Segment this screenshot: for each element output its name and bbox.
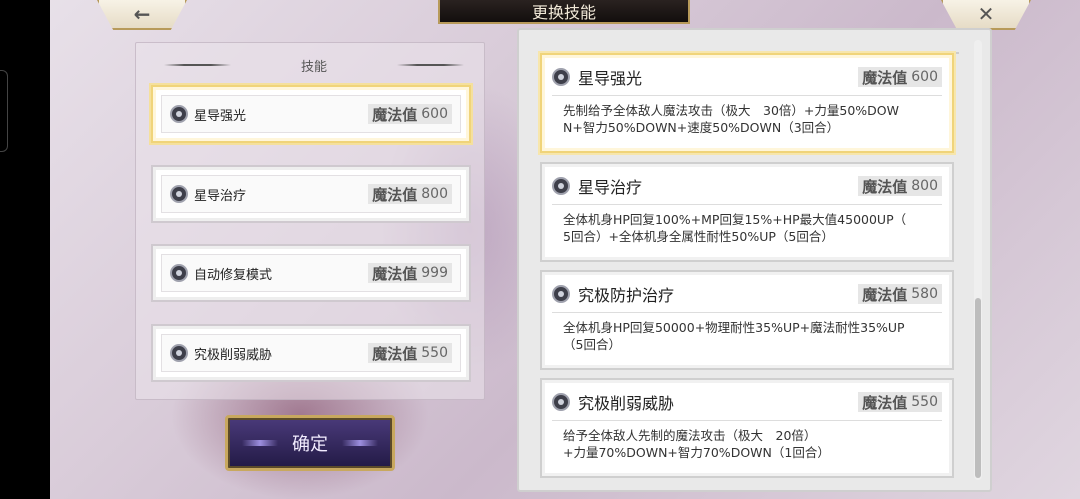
mp-label: 魔法值 — [372, 185, 418, 204]
button-ornament-right — [342, 440, 378, 446]
skill-slot-name: 星导治疗 — [194, 188, 247, 204]
page-title: 更换技能 — [438, 0, 690, 24]
mp-value: 600 — [421, 106, 448, 122]
mp-value: 580 — [911, 286, 938, 302]
skill-slot-3[interactable]: 自动修复模式 魔法值 999 — [151, 244, 471, 302]
mp-value: 600 — [911, 69, 938, 85]
edge-handle — [0, 70, 8, 152]
skill-gear-icon — [552, 393, 570, 411]
mp-label: 魔法值 — [862, 177, 908, 196]
skill-gear-icon — [170, 185, 188, 203]
skill-gear-icon — [552, 68, 570, 86]
mp-value: 800 — [421, 186, 448, 202]
mp-value: 550 — [911, 394, 938, 410]
skill-description: 给予全体敌人先制的魔法攻击（极大 20倍） +力量70%DOWN+智力70%DO… — [563, 428, 830, 460]
mp-label: 魔法值 — [372, 105, 418, 124]
mp-cost-tag: 魔法值 550 — [858, 392, 942, 412]
section-header: 技能 — [164, 55, 465, 75]
skill-gear-icon — [170, 105, 188, 123]
skill-gear-icon — [552, 177, 570, 195]
skill-slot-2[interactable]: 星导治疗 魔法值 800 — [151, 165, 471, 223]
mp-label: 魔法值 — [862, 285, 908, 304]
mp-label: 魔法值 — [372, 264, 418, 283]
mp-cost-tag: 魔法值 580 — [858, 284, 942, 304]
skill-slot-name: 星导强光 — [194, 108, 247, 124]
mp-label: 魔法值 — [372, 344, 418, 363]
skill-card-name: 究极削弱威胁 — [578, 394, 675, 413]
back-arrow-icon: ← — [133, 2, 151, 26]
skill-gear-icon — [170, 264, 188, 282]
mp-label: 魔法值 — [862, 68, 908, 87]
skill-slot-name: 自动修复模式 — [194, 267, 273, 283]
skill-description: 全体机身HP回复100%+MP回复15%+HP最大值45000UP（ 5回合）+… — [563, 212, 907, 244]
skill-card-name: 究极防护治疗 — [578, 286, 675, 305]
skill-card-name: 星导强光 — [578, 69, 643, 88]
divider-ornament-right — [397, 64, 465, 66]
equipped-skills-panel: 技能 星导强光 魔法值 600 星导治疗 魔法值 800 自动修复模式 魔法值 … — [135, 42, 485, 400]
skill-gear-icon — [170, 344, 188, 362]
divider-ornament-left — [164, 64, 231, 66]
skill-description: 全体机身HP回复50000+物理耐性35%UP+魔法耐性35%UP （5回合） — [563, 320, 905, 352]
scrollbar-thumb[interactable] — [975, 298, 981, 478]
skill-slot-4[interactable]: 究极削弱威胁 魔法值 550 — [151, 324, 471, 382]
close-icon: ✕ — [977, 2, 995, 26]
mp-cost-tag: 魔法值 600 — [858, 67, 942, 87]
mp-cost-tag: 魔法值 999 — [368, 263, 452, 283]
mp-label: 魔法值 — [862, 393, 908, 412]
skill-slot-1[interactable]: 星导强光 魔法值 600 — [151, 85, 471, 143]
section-label: 技能 — [301, 59, 328, 75]
skill-card-3[interactable]: 究极防护治疗 魔法值 580 全体机身HP回复50000+物理耐性35%UP+魔… — [540, 270, 954, 370]
mp-cost-tag: 魔法值 550 — [368, 343, 452, 363]
mp-value: 999 — [421, 265, 448, 281]
button-ornament-left — [242, 440, 278, 446]
skill-slot-name: 究极削弱威胁 — [194, 347, 273, 363]
skill-gear-icon — [552, 285, 570, 303]
mp-cost-tag: 魔法值 600 — [368, 104, 452, 124]
mp-value: 800 — [911, 178, 938, 194]
mp-cost-tag: 魔法值 800 — [858, 176, 942, 196]
confirm-label: 确定 — [292, 434, 328, 455]
mp-value: 550 — [421, 345, 448, 361]
skill-card-1[interactable]: 星导强光 魔法值 600 先制给予全体敌人魔法攻击（极大 30倍）+力量50%D… — [540, 53, 954, 153]
confirm-button[interactable]: 确定 — [225, 415, 395, 471]
mp-cost-tag: 魔法值 800 — [368, 184, 452, 204]
skill-card-2[interactable]: 星导治疗 魔法值 800 全体机身HP回复100%+MP回复15%+HP最大值4… — [540, 162, 954, 262]
skill-card-4[interactable]: 究极削弱威胁 魔法值 550 给予全体敌人先制的魔法攻击（极大 20倍） +力量… — [540, 378, 954, 478]
skill-description: 先制给予全体敌人魔法攻击（极大 30倍）+力量50%DOW N+智力50%DOW… — [563, 103, 899, 135]
skill-card-name: 星导治疗 — [578, 178, 643, 197]
screen-edge — [0, 0, 50, 499]
